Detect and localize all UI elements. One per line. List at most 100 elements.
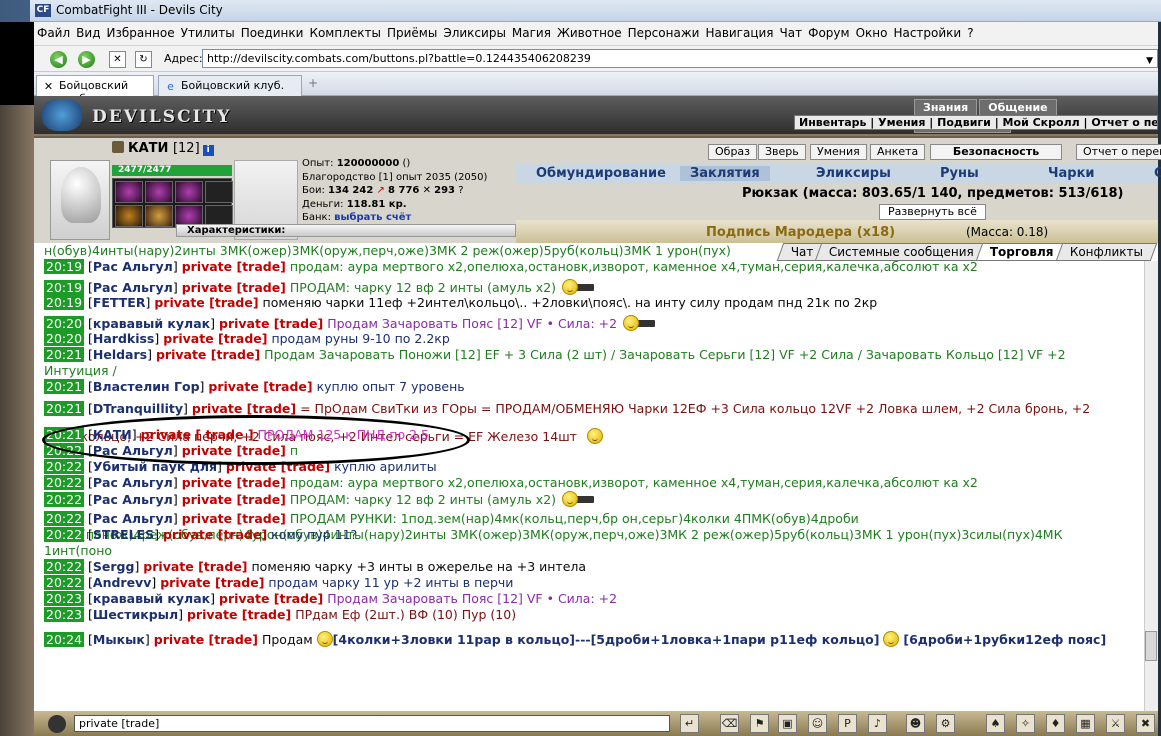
profile-button[interactable]: Анкета [870, 144, 926, 160]
chat-nick[interactable]: Рас Альгул [93, 492, 173, 507]
menu-item[interactable]: Поединки [238, 22, 307, 40]
chat-private-tag[interactable]: private [trade] [219, 591, 323, 606]
menu-item[interactable]: Вид [73, 22, 103, 40]
chat-nick[interactable]: Мыкык [93, 632, 145, 647]
back-icon[interactable]: ◀ [50, 51, 67, 68]
chat-nick[interactable]: Рас Альгул [93, 475, 173, 490]
menu-item[interactable]: Избранное [103, 22, 177, 40]
profile-button[interactable]: Безопасность [930, 144, 1062, 160]
inventory-tab[interactable]: Эликсиры [816, 166, 891, 181]
menu-item[interactable]: Файл [34, 22, 73, 40]
chat-private-tag[interactable]: private [trade] [182, 280, 286, 295]
menu-item[interactable]: Форум [805, 22, 852, 40]
sub-nav[interactable]: Инвентарь | Умения | Подвиги | Мой Скрол… [794, 115, 1158, 130]
inventory-tab[interactable]: Стили [1154, 166, 1161, 181]
menu-item[interactable]: Животное [554, 22, 625, 40]
chat-private-tag[interactable]: private [trade] [182, 511, 286, 526]
slot-icon[interactable] [205, 181, 233, 203]
top-nav-item[interactable]: Общение [979, 99, 1057, 116]
exit-icon[interactable]: ✖ [1136, 714, 1155, 733]
chat-tab[interactable]: Системные сообщения [814, 243, 989, 261]
chevron-down-icon[interactable]: ▼ [1146, 56, 1153, 66]
menu-item[interactable]: Магия [509, 22, 554, 40]
slot-icon[interactable] [115, 181, 143, 203]
tab-fight-club-2[interactable]: e Бойцовский клуб. [158, 75, 302, 96]
chat-private-tag[interactable]: private [trade] [192, 401, 296, 416]
sound-icon[interactable]: ♪ [868, 714, 887, 733]
menu-item[interactable]: Эликсиры [440, 22, 509, 40]
chest-icon[interactable]: ▦ [1076, 714, 1095, 733]
send-icon[interactable]: ↵ [680, 714, 699, 733]
chat-input[interactable] [74, 715, 670, 732]
chat-tab[interactable]: Конфликты [1055, 243, 1158, 261]
bag-icon[interactable]: ♦ [1046, 714, 1065, 733]
chat-nick[interactable]: крававый кулак [93, 591, 210, 606]
menu-item[interactable]: Утилиты [178, 22, 238, 40]
lock-icon[interactable]: ♠ [986, 714, 1005, 733]
slot-icon[interactable] [175, 181, 203, 203]
chat-private-tag[interactable]: private [trade] [182, 492, 286, 507]
chat-nick[interactable]: FETTER [93, 295, 146, 310]
chat-nick[interactable]: Рас Альгул [93, 259, 173, 274]
profile-button[interactable]: Умения [810, 144, 867, 160]
menu-item[interactable]: Комплекты [306, 22, 384, 40]
chat-private-tag[interactable]: private [trade] [187, 607, 291, 622]
stop-icon[interactable]: ✕ [109, 51, 126, 68]
bank-link[interactable]: выбрать счёт [334, 212, 411, 223]
profile-button[interactable]: Образ [708, 144, 758, 160]
chat-nick[interactable]: Sergg [93, 559, 135, 574]
chat-private-tag[interactable]: private [trade] [219, 316, 323, 331]
chat-private-tag[interactable]: private [trade] [154, 295, 258, 310]
slot-icon[interactable] [145, 205, 173, 227]
menu-item[interactable]: Персонажи [625, 22, 703, 40]
refresh-icon[interactable]: ↻ [135, 51, 152, 68]
inventory-tab[interactable]: Обмундирование [536, 166, 666, 181]
chat-private-tag[interactable]: private [trade] [182, 475, 286, 490]
chat-nick[interactable]: Hardkiss [93, 331, 155, 346]
menu-item[interactable]: Окно [853, 22, 891, 40]
chat-scrollbar[interactable] [1144, 261, 1158, 711]
chat-private-tag[interactable]: private [trade] [160, 575, 264, 590]
tab-fight-club-1[interactable]: ✕Бойцовский клуб [36, 75, 154, 105]
chat-nick[interactable]: Рас Альгул [93, 511, 173, 526]
person-icon[interactable]: ☺ [808, 714, 827, 733]
menu-item[interactable]: Настройки [890, 22, 964, 40]
smiley-icon[interactable] [48, 715, 66, 733]
new-tab-icon[interactable]: + [304, 76, 322, 94]
chat-private-tag[interactable]: private [trade] [154, 632, 258, 647]
chat-private-tag[interactable]: private [trade] [182, 259, 286, 274]
menu-item[interactable]: ? [964, 22, 976, 40]
address-input[interactable]: http://devilscity.combats.com/buttons.pl… [202, 49, 1158, 68]
chat-nick[interactable]: STRELES [93, 527, 154, 542]
profile-button[interactable]: Отчет о переводах [1076, 144, 1161, 160]
smiley-menu-icon[interactable]: ☻ [906, 714, 925, 733]
characteristics-header[interactable]: Характеристики: [176, 224, 516, 237]
chat-nick[interactable]: Властелин Гор [93, 379, 200, 394]
slot-icon[interactable] [115, 205, 143, 227]
scroll-thumb[interactable] [1145, 631, 1157, 661]
clear-icon[interactable]: ⌫ [720, 714, 739, 733]
chat-tab[interactable]: Торговля [975, 243, 1069, 261]
top-nav-item[interactable]: Знания [914, 99, 978, 116]
profile-button[interactable]: Зверь [758, 144, 806, 160]
save-icon[interactable]: ▣ [778, 714, 797, 733]
expand-all-button[interactable]: Развернуть всё [879, 204, 986, 220]
close-icon[interactable]: ✕ [42, 80, 55, 93]
chat-private-tag[interactable]: private [trade] [208, 379, 312, 394]
chat-private-tag[interactable]: private [trade] [143, 559, 247, 574]
forward-icon[interactable]: ▶ [78, 51, 95, 68]
inventory-tab[interactable]: Заклятия [680, 166, 770, 181]
sword-icon[interactable]: ⚔ [1106, 714, 1125, 733]
inventory-tab[interactable]: Чарки [1048, 166, 1095, 181]
fight-icon[interactable]: ✧ [1016, 714, 1035, 733]
info-icon[interactable]: i [202, 145, 214, 156]
chat-private-tag[interactable]: private [trade] [163, 331, 267, 346]
chat-nick[interactable]: крававый кулак [93, 316, 210, 331]
chat-private-tag[interactable]: private [trade] [163, 527, 267, 542]
inventory-item[interactable]: Подпись Мародера (x18) [706, 225, 895, 240]
chat-nick[interactable]: Heldars [93, 347, 147, 362]
chat-private-tag[interactable]: private [trade] [156, 347, 260, 362]
settings-icon[interactable]: ⚙ [936, 714, 955, 733]
avatar[interactable] [50, 160, 110, 240]
chat-nick[interactable]: DTranquillity [93, 401, 183, 416]
